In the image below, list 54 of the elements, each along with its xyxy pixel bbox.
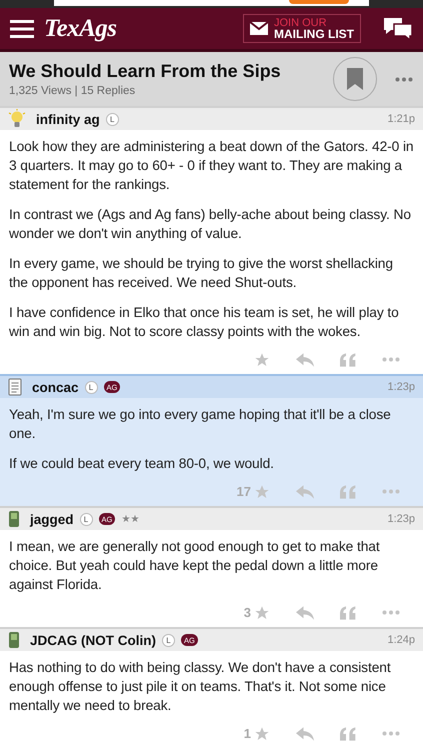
star-icon[interactable] <box>254 352 270 368</box>
post-time: 1:23p <box>387 381 415 393</box>
site-logo[interactable]: TexAgs <box>44 14 116 42</box>
star-icon[interactable] <box>254 484 270 500</box>
reply-icon[interactable] <box>296 484 314 498</box>
post-paragraph: In contrast we (Ags and Ag fans) belly-ache about being classy. No wonder we don't win anything of value. <box>9 206 412 243</box>
post-paragraph: I mean, we are generally not good enough to get to make that choice. But yeah could have kept the pedal down a little more against Florida. <box>9 538 381 594</box>
notepad-icon <box>8 378 22 396</box>
thread-title: We Should Learn From the Sips <box>9 61 282 82</box>
quote-icon[interactable] <box>340 352 356 366</box>
quote-icon[interactable] <box>340 606 356 620</box>
post-author[interactable]: concac <box>32 380 79 394</box>
post-paragraph: Look how they are administering a beat down of the Gators. 42-0 in 3 quarters. It may go to 60+ - 0 if they want to. They are making a statement for the rankings. <box>9 138 414 194</box>
star-count: 3 <box>244 605 251 620</box>
star-count: 17 <box>236 484 251 499</box>
bookmark-button[interactable] <box>333 57 377 101</box>
envelope-icon <box>250 22 268 35</box>
bookmark-icon <box>347 68 363 90</box>
member-badge: L <box>84 380 98 394</box>
star-icon[interactable] <box>254 726 270 742</box>
star-icon[interactable] <box>254 604 270 620</box>
post-paragraph: If we could beat every team 80-0, we would. <box>9 455 275 473</box>
phone-icon <box>8 631 20 649</box>
reply-icon[interactable] <box>296 606 314 620</box>
post-time: 1:21p <box>387 113 415 125</box>
post-time: 1:24p <box>387 634 415 646</box>
member-badge: L <box>162 634 175 646</box>
quote-icon[interactable] <box>340 726 356 740</box>
reply-icon[interactable] <box>296 726 314 740</box>
post-paragraph: Yeah, I'm sure we go into every game hoping that it'll be a close one. <box>9 406 392 443</box>
more-icon[interactable] <box>382 731 400 736</box>
thread-stats: 1,325 Views | 15 Replies <box>9 85 136 97</box>
post-paragraph: In every game, we should be trying to give the worst shellacking the opponent has received. We need Shut-outs. <box>9 255 394 292</box>
menu-icon[interactable] <box>10 20 34 38</box>
post-author[interactable]: JDCAG (NOT Colin) <box>30 632 156 648</box>
more-icon[interactable] <box>382 610 400 615</box>
post-time: 1:23p <box>387 513 415 525</box>
post-author[interactable]: infinity ag <box>36 112 100 126</box>
lightbulb-icon <box>8 109 26 129</box>
more-icon[interactable] <box>382 489 400 494</box>
post-paragraph: I have confidence in Elko that once his team is set, he will play to win and win big. Not to score classy points with the wokes. <box>9 304 400 341</box>
post-author[interactable]: jagged <box>30 512 74 526</box>
post-paragraph: Has nothing to do with being classy. We don't have a consistent enough offense to just pile it on teams. That's it. Not some nice mentally we need to break. <box>9 659 392 715</box>
more-icon[interactable] <box>395 76 413 82</box>
member-badge: L <box>80 512 93 526</box>
rank-stars: ★★ <box>121 513 140 525</box>
phone-icon <box>8 510 20 528</box>
chat-icon[interactable] <box>383 16 413 42</box>
mailing-list-button[interactable]: JOIN OUR MAILING LIST <box>243 14 361 43</box>
star-count: 1 <box>244 726 251 741</box>
member-badge: L <box>106 112 119 126</box>
more-icon[interactable] <box>382 357 400 362</box>
reply-icon[interactable] <box>296 352 314 366</box>
quote-icon[interactable] <box>340 484 356 498</box>
